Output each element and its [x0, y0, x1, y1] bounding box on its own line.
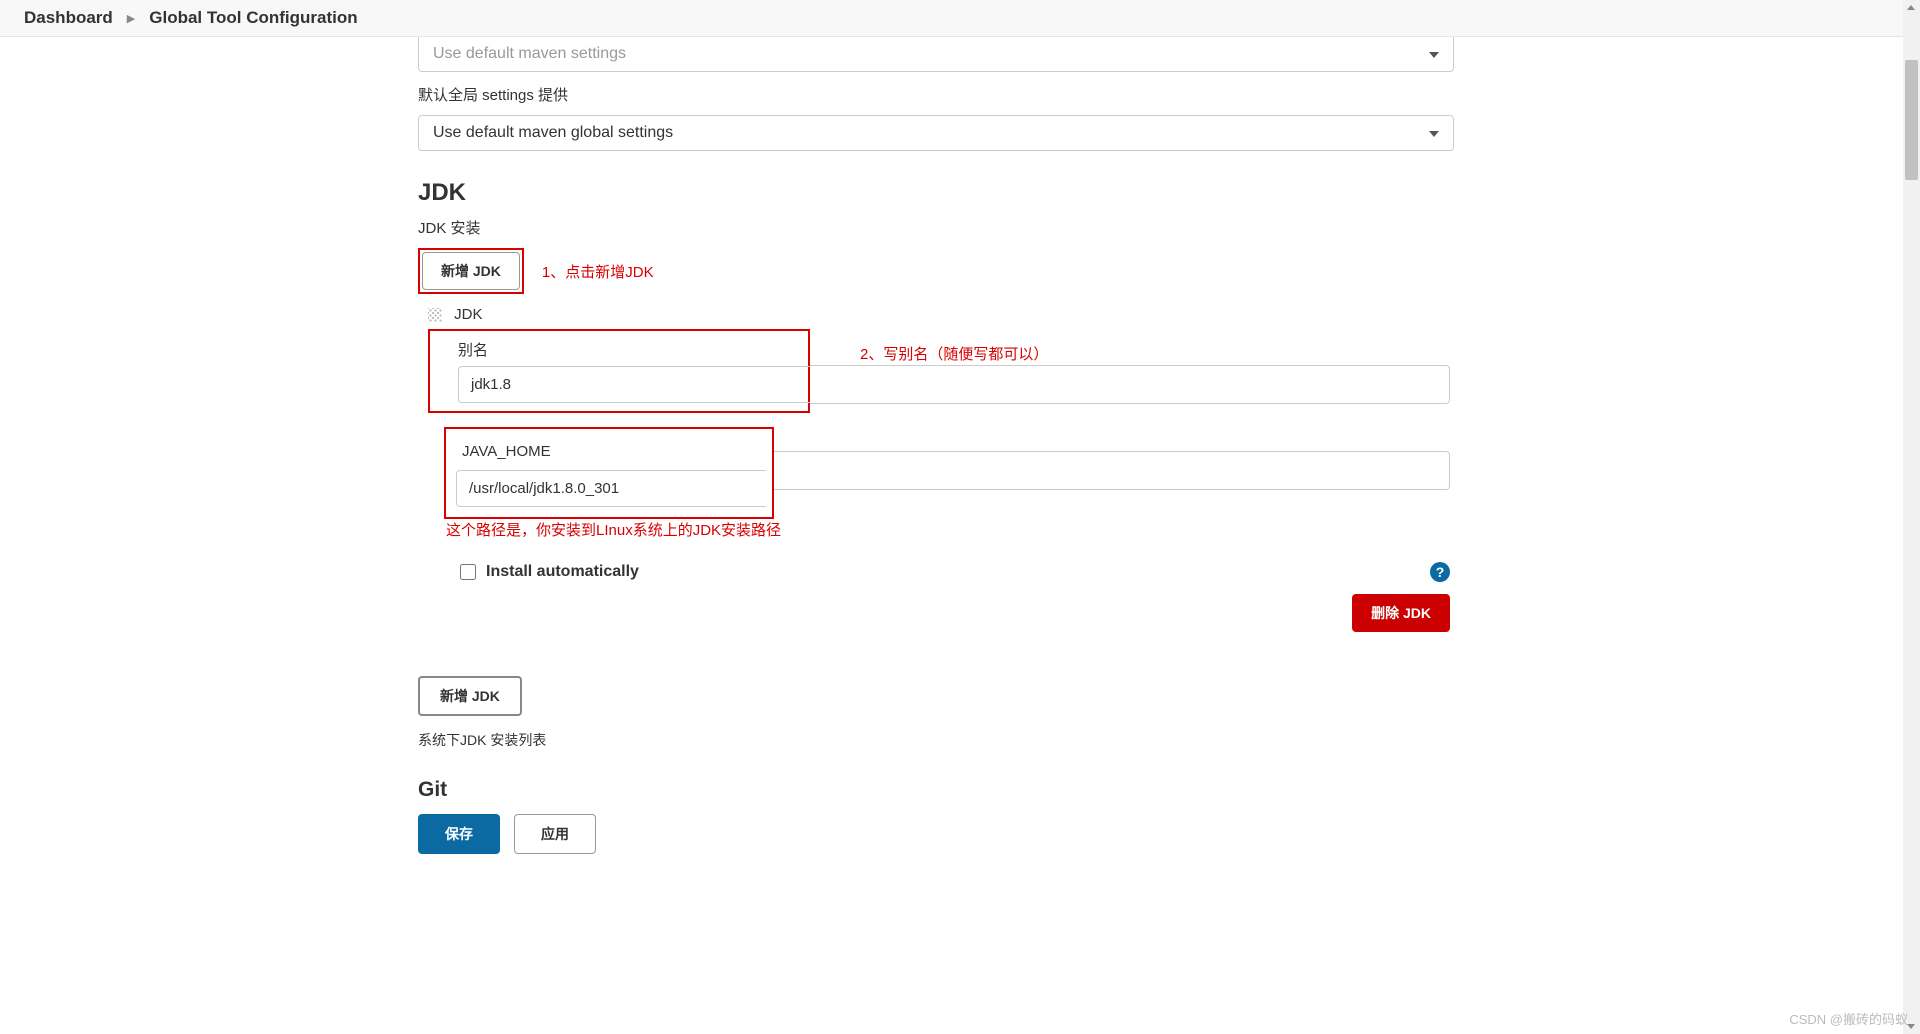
jdk-install-label: JDK 安装 [418, 217, 1454, 238]
apply-button[interactable]: 应用 [514, 814, 596, 854]
annotation-box-1: 新增 JDK [418, 248, 524, 294]
java-home-input-ext[interactable] [774, 451, 1450, 490]
alias-input[interactable]: jdk1.8 [458, 366, 810, 403]
annotation-text-3: 这个路径是，你安装到LInux系统上的JDK安装路径 [446, 519, 781, 540]
install-auto-checkbox[interactable] [460, 564, 476, 580]
annotation-text-1: 1、点击新增JDK [542, 261, 654, 282]
chevron-down-icon [1429, 124, 1439, 142]
git-heading: Git [418, 778, 1454, 796]
jdk-heading: JDK [418, 179, 1454, 207]
java-home-input[interactable]: /usr/local/jdk1.8.0_301 [456, 470, 766, 507]
annotation-text-2: 2、写别名（随便写都可以） [860, 343, 1048, 364]
java-home-label: JAVA_HOME [462, 443, 766, 460]
add-jdk-button[interactable]: 新增 JDK [422, 252, 520, 290]
jdk-entry: JDK 别名 jdk1.8 2、写别名（随便写都可以） JAVA_HOME /u… [418, 306, 1454, 632]
alias-input-ext[interactable] [810, 365, 1450, 404]
jdk-list-helper: 系统下JDK 安装列表 [418, 730, 1454, 750]
footer-buttons: 保存 应用 [418, 814, 1454, 854]
chevron-right-icon: ▶ [127, 12, 135, 25]
install-auto-label[interactable]: Install automatically [460, 563, 639, 581]
scroll-up-icon[interactable] [1907, 5, 1915, 10]
annotation-box-2: 别名 jdk1.8 [428, 329, 810, 413]
maven-global-settings-select[interactable]: Use default maven global settings [418, 115, 1454, 151]
breadcrumb: Dashboard ▶ Global Tool Configuration [0, 0, 1920, 37]
maven-settings-select[interactable]: Use default maven settings [418, 37, 1454, 72]
add-jdk-button-2[interactable]: 新增 JDK [418, 676, 522, 716]
scroll-down-icon[interactable] [1907, 1024, 1915, 1029]
jdk-entry-title: JDK [454, 306, 482, 323]
help-icon[interactable]: ? [1430, 562, 1450, 582]
annotation-box-3: JAVA_HOME /usr/local/jdk1.8.0_301 [444, 427, 774, 519]
scroll-thumb[interactable] [1905, 60, 1918, 180]
maven-global-label: 默认全局 settings 提供 [418, 84, 1454, 105]
breadcrumb-dashboard[interactable]: Dashboard [24, 8, 113, 28]
scrollbar[interactable] [1903, 0, 1920, 1034]
drag-handle-icon[interactable] [428, 308, 442, 322]
maven-global-settings-value: Use default maven global settings [433, 124, 673, 142]
save-button[interactable]: 保存 [418, 814, 500, 854]
breadcrumb-current: Global Tool Configuration [149, 8, 357, 28]
delete-jdk-button[interactable]: 删除 JDK [1352, 594, 1450, 632]
chevron-down-icon [1429, 45, 1439, 63]
main-content: Use default maven settings 默认全局 settings… [418, 37, 1478, 934]
alias-label: 别名 [458, 339, 808, 360]
maven-settings-value: Use default maven settings [433, 45, 626, 63]
watermark: CSDN @搬砖的码蚁 [1789, 1009, 1908, 1028]
